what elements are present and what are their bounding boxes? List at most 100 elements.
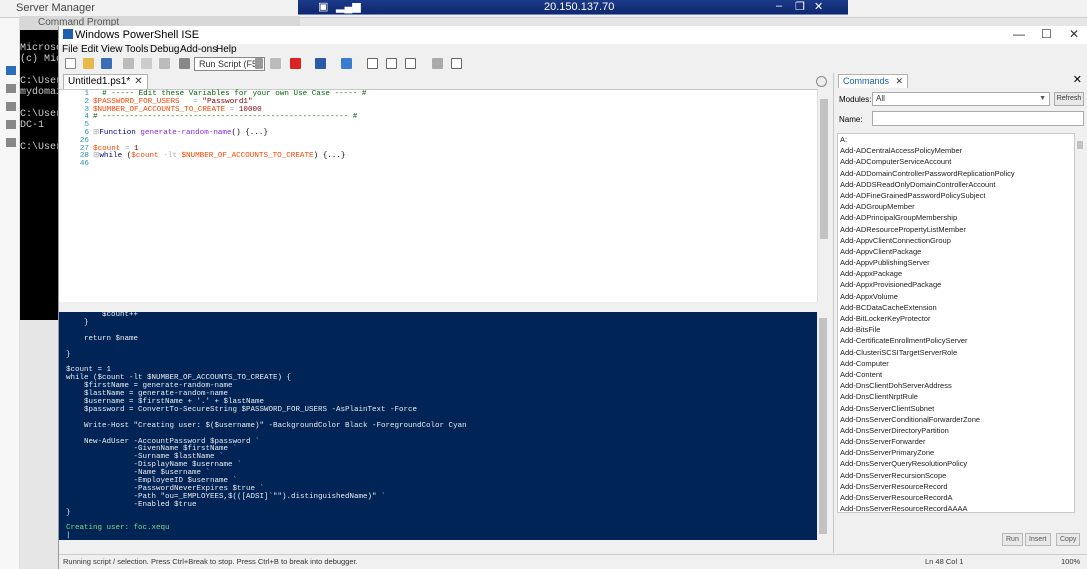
all-servers-icon[interactable] <box>6 102 16 111</box>
command-list-item[interactable]: Add-AppxPackage <box>838 268 1074 279</box>
remote-desktop-bar[interactable]: ▣ ▂▄▆ 20.150.137.70 – ❐ ✕ <box>298 0 848 15</box>
rdp-minimize-button[interactable]: – <box>776 0 782 12</box>
command-list-item[interactable]: Add-Computer <box>838 358 1074 369</box>
script-horizontal-scrollbar[interactable] <box>59 302 829 311</box>
command-list-item[interactable]: Add-ClusteriSCSITargetServerRole <box>838 347 1074 358</box>
ise-close-button[interactable]: ✕ <box>1069 27 1079 41</box>
run-selection-icon[interactable] <box>270 58 281 69</box>
tab-commands[interactable]: Commands ✕ <box>838 74 909 88</box>
menu-file[interactable]: File <box>62 44 78 55</box>
command-list-item[interactable]: Add-AppxProvisionedPackage <box>838 279 1074 290</box>
menu-help[interactable]: Help <box>216 44 237 55</box>
scroll-thumb[interactable] <box>1077 141 1083 149</box>
open-folder-icon[interactable] <box>83 58 94 69</box>
close-tab-icon[interactable]: ✕ <box>134 76 142 87</box>
show-commands-icon[interactable] <box>451 58 462 69</box>
command-list-item[interactable]: Add-DnsServerRecursionScope <box>838 470 1074 481</box>
show-script-top-icon[interactable] <box>367 58 378 69</box>
scroll-thumb[interactable] <box>819 318 827 534</box>
run-script-icon[interactable] <box>255 58 263 69</box>
commands-pane: Commands ✕ ✕ Modules: All ▼ Refresh Name… <box>833 73 1087 553</box>
command-list-item[interactable]: Add-ADDSReadOnlyDomainControllerAccount <box>838 179 1074 190</box>
menu-addons[interactable]: Add-ons <box>180 44 217 55</box>
remote-ip: 20.150.137.70 <box>544 1 615 13</box>
refresh-button[interactable]: Refresh <box>1054 92 1084 106</box>
console-pane[interactable]: $count++ } return $name } $count = 1 whi… <box>59 312 829 540</box>
command-list-item[interactable]: Add-Content <box>838 369 1074 380</box>
show-script-right-icon[interactable] <box>386 58 397 69</box>
console-vertical-scrollbar[interactable] <box>817 312 829 540</box>
command-list-item[interactable]: Add-DnsServerQueryResolutionPolicy <box>838 458 1074 469</box>
command-list-item[interactable]: Add-DnsClientNrptRule <box>838 391 1074 402</box>
command-list-item[interactable]: Add-ADGroupMember <box>838 201 1074 212</box>
command-list-item[interactable]: A: <box>838 134 1074 145</box>
clear-console-icon[interactable] <box>179 58 190 69</box>
command-list-item[interactable]: Add-DnsServerResourceRecordAAAA <box>838 503 1074 512</box>
remote-powershell-icon[interactable] <box>315 58 326 69</box>
dashboard-icon[interactable] <box>6 66 16 75</box>
cmd-line <box>20 98 58 109</box>
command-list-item[interactable]: Add-ADFineGrainedPasswordPolicySubject <box>838 190 1074 201</box>
menu-debug[interactable]: Debug <box>150 44 179 55</box>
ise-maximize-button[interactable]: ☐ <box>1041 27 1052 41</box>
ise-minimize-button[interactable]: — <box>1013 27 1025 41</box>
rdp-restore-button[interactable]: ❐ <box>795 0 805 13</box>
start-powershell-icon[interactable] <box>341 58 352 69</box>
menu-edit[interactable]: Edit <box>81 44 98 55</box>
save-icon[interactable] <box>101 58 112 69</box>
command-list-item[interactable]: Add-DnsServerResourceRecord <box>838 481 1074 492</box>
command-list-item[interactable]: Add-AppvPublishingServer <box>838 257 1074 268</box>
command-list-item[interactable]: Add-DnsServerPrimaryZone <box>838 447 1074 458</box>
cut-icon[interactable] <box>123 58 134 69</box>
command-list-scrollbar[interactable] <box>1075 133 1085 513</box>
paste-icon[interactable] <box>159 58 170 69</box>
command-list-item[interactable]: Add-DnsServerResourceRecordA <box>838 492 1074 503</box>
command-list-item[interactable]: Add-DnsServerForwarder <box>838 436 1074 447</box>
tab-untitled1[interactable]: Untitled1.ps1* ✕ <box>63 74 148 89</box>
show-script-maximized-icon[interactable] <box>405 58 416 69</box>
rdp-close-button[interactable]: ✕ <box>814 0 823 13</box>
command-list-item[interactable]: Add-DnsServerDirectoryPartition <box>838 425 1074 436</box>
command-list-item[interactable]: Add-AppvClientConnectionGroup <box>838 235 1074 246</box>
ise-titlebar[interactable]: Windows PowerShell ISE — ☐ ✕ <box>59 26 1087 44</box>
modules-selected-value: All <box>876 94 885 103</box>
scroll-thumb[interactable] <box>820 99 828 239</box>
pin-icon[interactable]: ▣ <box>318 0 328 13</box>
close-commands-tab-icon[interactable]: ✕ <box>896 76 904 86</box>
copy-button[interactable]: Copy <box>1056 533 1081 546</box>
command-list-item[interactable]: Add-CertificateEnrollmentPolicyServer <box>838 335 1074 346</box>
command-list-item[interactable]: Add-ADPrincipalGroupMembership <box>838 212 1074 223</box>
local-server-icon[interactable] <box>6 84 16 93</box>
close-commands-pane-icon[interactable]: ✕ <box>1073 73 1082 86</box>
script-code[interactable]: # ----- Edit these Variables for your ow… <box>93 90 366 161</box>
command-list-item[interactable]: Add-DnsServerConditionalForwarderZone <box>838 414 1074 425</box>
menu-tools[interactable]: Tools <box>125 44 148 55</box>
script-editor[interactable]: 1 2 3 4 5 6 26 27 28 46 # ----- Edit these Variab… <box>59 89 829 302</box>
copy-icon[interactable] <box>141 58 152 69</box>
command-list-item[interactable]: Add-ADDomainControllerPasswordReplicatio… <box>838 168 1074 179</box>
ad-ds-icon[interactable] <box>6 120 16 129</box>
command-list-item[interactable]: Add-DnsServerClientSubnet <box>838 403 1074 414</box>
command-list-item[interactable]: Add-AppxVolume <box>838 291 1074 302</box>
stop-icon[interactable] <box>290 58 301 69</box>
command-list-item[interactable]: Add-ADComputerServiceAccount <box>838 156 1074 167</box>
run-button[interactable]: Run <box>1002 533 1023 546</box>
command-list-item[interactable]: Add-ADCentralAccessPolicyMember <box>838 145 1074 156</box>
command-list-item[interactable]: Add-DnsClientDohServerAddress <box>838 380 1074 391</box>
command-list[interactable]: A: Add-ADCentralAccessPolicyMember Add-ADC… <box>837 133 1075 513</box>
command-list-item[interactable]: Add-BCDataCacheExtension <box>838 302 1074 313</box>
menu-view[interactable]: View <box>101 44 123 55</box>
insert-button[interactable]: Insert <box>1025 533 1051 546</box>
collapse-script-pane-icon[interactable] <box>816 76 827 87</box>
show-addon-icon[interactable] <box>432 58 443 69</box>
command-name-input[interactable] <box>872 111 1084 126</box>
command-list-item[interactable]: Add-BitLockerKeyProtector <box>838 313 1074 324</box>
file-services-icon[interactable] <box>6 138 16 147</box>
script-vertical-scrollbar[interactable] <box>817 89 829 302</box>
powershell-icon <box>63 29 73 39</box>
command-list-item[interactable]: Add-ADResourcePropertyListMember <box>838 224 1074 235</box>
new-file-icon[interactable] <box>65 58 76 69</box>
modules-select[interactable]: All ▼ <box>872 92 1050 106</box>
command-list-item[interactable]: Add-AppvClientPackage <box>838 246 1074 257</box>
command-list-item[interactable]: Add-BitsFile <box>838 324 1074 335</box>
